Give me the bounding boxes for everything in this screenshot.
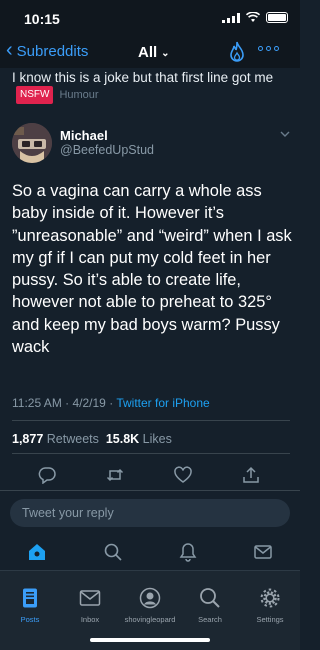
more-options-icon[interactable] bbox=[258, 46, 279, 51]
retweet-count: 1,877 bbox=[12, 432, 44, 446]
tweet-body: So a vagina can carry a whole ass baby i… bbox=[12, 182, 292, 357]
retweet-icon bbox=[106, 466, 124, 484]
tweet-source: Twitter for iPhone bbox=[116, 396, 210, 410]
bell-icon bbox=[178, 542, 198, 562]
author-name: Michael bbox=[60, 128, 108, 143]
tweet-image[interactable]: Michael @BeefedUpStud So a vagina can ca… bbox=[0, 112, 300, 570]
settings-icon bbox=[260, 588, 280, 608]
search-icon bbox=[200, 588, 220, 608]
tab-settings[interactable]: Settings bbox=[240, 587, 300, 624]
cellular-signal-icon bbox=[222, 13, 240, 23]
battery-icon bbox=[266, 12, 288, 23]
tab-posts[interactable]: Posts bbox=[0, 587, 60, 624]
share-icon bbox=[242, 466, 260, 484]
search-icon bbox=[103, 542, 123, 562]
home-indicator bbox=[90, 638, 210, 642]
post-title: I know this is a joke but that first lin… bbox=[12, 70, 292, 104]
tab-label: Settings bbox=[256, 615, 284, 624]
tab-profile[interactable]: shovingleopard bbox=[120, 587, 180, 624]
twitter-tab-bar bbox=[0, 536, 300, 570]
tab-label: shovingleopard bbox=[124, 615, 176, 624]
profile-icon bbox=[139, 587, 161, 609]
avatar bbox=[12, 123, 52, 163]
nsfw-badge: NSFW bbox=[16, 86, 54, 104]
posts-icon bbox=[23, 588, 37, 608]
tab-search[interactable]: Search bbox=[180, 587, 240, 624]
tab-label: Posts bbox=[20, 615, 40, 624]
feed-label: All bbox=[138, 44, 158, 61]
status-time: 10:15 bbox=[24, 11, 60, 27]
post-flair: Humour bbox=[59, 89, 99, 101]
chevron-down-icon: ⌄ bbox=[161, 48, 170, 59]
like-count: 15.8K bbox=[105, 432, 140, 446]
tweet-date: 4/2/19 bbox=[72, 396, 106, 410]
app-nav-bar: ‹ Subreddits All ⌄ bbox=[0, 36, 300, 68]
author-handle: @BeefedUpStud bbox=[60, 143, 155, 157]
post-title-text: I know this is a joke but that first lin… bbox=[12, 70, 274, 85]
tab-label: Search bbox=[198, 615, 222, 624]
chevron-left-icon: ‹ bbox=[6, 39, 13, 61]
back-to-subreddits-button[interactable]: ‹ Subreddits bbox=[6, 39, 89, 61]
status-bar: 10:15 bbox=[0, 0, 300, 36]
tab-label: Inbox bbox=[80, 615, 100, 624]
retweets-label: Retweets bbox=[46, 432, 99, 446]
divider bbox=[12, 453, 290, 454]
tab-inbox[interactable]: Inbox bbox=[60, 587, 120, 624]
tweet-actions bbox=[0, 466, 300, 486]
tweet-time: 11:25 AM bbox=[12, 396, 62, 410]
like-heart-icon bbox=[174, 466, 192, 484]
reply-input: Tweet your reply bbox=[10, 499, 290, 527]
tweet-meta: 11:25 AM · 4/2/19 · Twitter for iPhone bbox=[12, 396, 210, 410]
inbox-icon bbox=[79, 590, 101, 606]
reply-icon bbox=[38, 466, 56, 485]
wifi-icon bbox=[246, 12, 260, 22]
likes-label: Likes bbox=[142, 432, 172, 446]
feed-selector[interactable]: All ⌄ bbox=[138, 44, 170, 61]
mail-icon bbox=[253, 542, 273, 562]
reply-bar: Tweet your reply bbox=[0, 490, 300, 536]
divider bbox=[12, 420, 290, 421]
back-label: Subreddits bbox=[16, 42, 89, 60]
chevron-down-icon bbox=[280, 131, 290, 137]
home-icon bbox=[27, 542, 47, 562]
flame-icon[interactable] bbox=[228, 41, 246, 63]
tweet-stats: 1,877 Retweets 15.8K Likes bbox=[12, 432, 172, 446]
